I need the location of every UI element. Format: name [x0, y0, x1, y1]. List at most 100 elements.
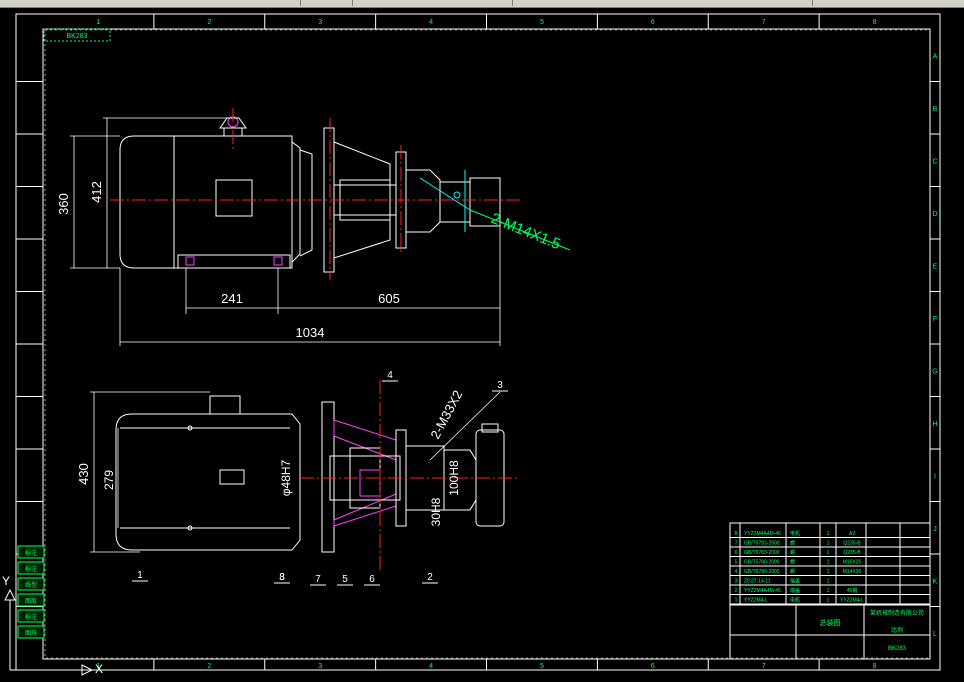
part-no: 5 — [735, 560, 738, 566]
part-no: 7 — [735, 541, 738, 547]
part-qty: 1 — [827, 531, 830, 537]
part-no: 6 — [735, 550, 738, 556]
part-no: 2 — [735, 588, 738, 594]
part-code: ZG27-14-11 — [744, 579, 771, 585]
part-qty: 1 — [827, 569, 830, 575]
part-code: YYZ2M4-L — [744, 598, 768, 604]
column-label-bottom: 5 — [540, 663, 544, 670]
toolbar-segment[interactable] — [512, 0, 813, 6]
inner-frame — [42, 28, 931, 660]
cad-drawing-canvas[interactable]: BK283 1122334455667788 ABCDEFGHIJKL 360 … — [0, 8, 964, 682]
toolbar-segment[interactable] — [300, 0, 353, 6]
item-balloon: 5 — [342, 574, 348, 585]
part-code: GB/T5783-2000 — [744, 541, 780, 547]
row-label: I — [934, 473, 936, 480]
row-label: J — [933, 526, 937, 533]
title-block-title: 总装图 — [820, 618, 841, 627]
section-callout-thread: 2-M33X2 — [427, 388, 465, 442]
column-label-bottom: 8 — [873, 663, 877, 670]
toolbar-button-label: 标注 — [25, 549, 37, 557]
part-no: 8 — [735, 531, 738, 537]
toolbar-button-label: 图块 — [25, 629, 37, 637]
front-view — [110, 108, 520, 280]
column-label-top: 2 — [207, 19, 211, 26]
part-name: 电机 — [790, 597, 800, 604]
item-balloon: 6 — [369, 574, 375, 585]
dim-hub: 30H8 — [429, 497, 443, 526]
toolbar-segment[interactable] — [0, 0, 301, 6]
part-name: 端盖 — [790, 587, 800, 594]
part-name: 螺 — [790, 540, 795, 547]
row-label: D — [932, 211, 937, 218]
column-label-top: 5 — [540, 19, 544, 26]
part-qty: 1 — [827, 541, 830, 547]
row-label: H — [932, 421, 937, 428]
dim-shaft: 100H8 — [447, 460, 461, 496]
column-label-top: 4 — [429, 19, 433, 26]
dim-base-right: 605 — [378, 291, 400, 306]
toolbar-segment[interactable] — [352, 0, 513, 6]
dim-height-inner: 412 — [89, 181, 104, 203]
column-label-bottom: 2 — [207, 663, 211, 670]
front-dimensions: 360 412 241 605 1034 2-M14X1.5 — [56, 117, 571, 346]
part-qty: 1 — [827, 579, 830, 585]
dim-length: 1034 — [296, 325, 325, 340]
part-qty: 1 — [827, 560, 830, 566]
part-material: 45钢 — [847, 587, 858, 594]
item-balloon: 8 — [279, 572, 285, 583]
row-label: L — [933, 631, 937, 638]
column-label-bottom: 7 — [762, 663, 766, 670]
column-label-top: 6 — [651, 19, 655, 26]
part-code: GB/T5780-2000 — [744, 560, 780, 566]
part-qty: 1 — [827, 550, 830, 556]
part-name: 螺 — [790, 559, 795, 566]
svg-text:X: X — [95, 662, 103, 676]
part-material: YYZ2M4-L — [840, 598, 864, 604]
column-label-bottom: 4 — [429, 663, 433, 670]
part-name: 端盖 — [790, 578, 800, 585]
column-label-bottom: 3 — [318, 663, 322, 670]
item-balloon: 3 — [497, 380, 503, 391]
item-balloon: 7 — [315, 574, 321, 585]
dim-section-inner: 279 — [102, 470, 116, 490]
part-code: YYZ2M4A4M-45 — [744, 588, 781, 594]
row-label: C — [932, 158, 937, 165]
column-label-bottom: 6 — [651, 663, 655, 670]
toolbar-button-label: 线型 — [25, 581, 37, 589]
toolbar-button-label: 图层 — [25, 598, 37, 605]
column-label-top: 8 — [873, 19, 877, 26]
part-code: GB/T5783-2000 — [744, 550, 780, 556]
part-material: Q235-B — [843, 541, 861, 547]
row-label: K — [933, 578, 938, 585]
title-block-drawing-no: BK283 — [888, 646, 907, 652]
column-label-top: 7 — [762, 19, 766, 26]
part-name: 螺 — [790, 568, 795, 575]
drawing-number-corner: BK283 — [66, 33, 87, 40]
left-toolbar[interactable]: 标注标注线型图层标注图块 — [17, 545, 45, 639]
dim-height-overall: 360 — [56, 193, 71, 215]
row-label: G — [932, 368, 937, 375]
row-label: E — [933, 263, 938, 270]
dotted-frame — [44, 29, 931, 659]
column-label-top: 1 — [96, 19, 100, 26]
title-block: 8 YYZ2M4A4M-45 电机 1 A3 7 GB/T5783-2000 螺 1 Q235-B… — [729, 522, 931, 660]
part-qty: 1 — [827, 598, 830, 604]
dim-bore: φ48H7 — [279, 459, 293, 496]
title-block-company: 某机械制造有限公司 — [870, 609, 924, 617]
item-balloon: 2 — [427, 572, 433, 583]
part-code: GB/T5780-2000 — [744, 569, 780, 575]
item-balloon: 4 — [387, 370, 393, 381]
part-material: M14X30 — [843, 569, 862, 575]
part-name: 电机 — [790, 530, 800, 537]
part-material: Q235-B — [843, 550, 861, 556]
dim-base-left: 241 — [221, 291, 243, 306]
part-code: YYZ2M4A4M-45 — [744, 531, 781, 537]
toolbar-button-label: 标注 — [25, 565, 37, 573]
toolbar-button-label: 标注 — [25, 613, 37, 621]
part-no: 1 — [735, 598, 738, 604]
part-qty: 1 — [827, 588, 830, 594]
ucs-icon: X Y — [2, 574, 103, 676]
item-balloon: 1 — [137, 570, 143, 581]
row-label: A — [933, 53, 938, 60]
toolbar-segment[interactable] — [812, 0, 964, 6]
